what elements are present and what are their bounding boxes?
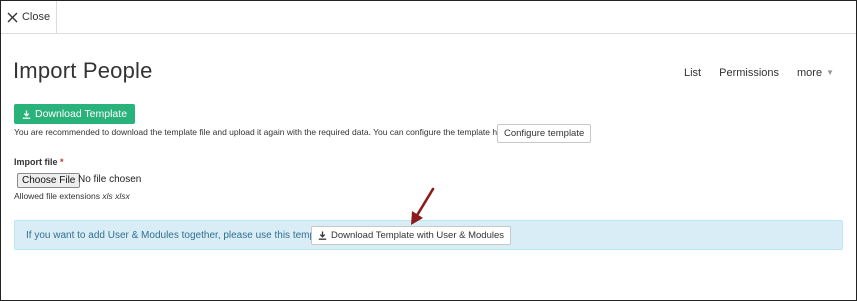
file-status: No file chosen bbox=[78, 174, 142, 185]
top-bar: Close bbox=[1, 1, 856, 34]
configure-template-label: Configure template bbox=[504, 128, 585, 139]
page-title: Import People bbox=[13, 58, 153, 83]
import-file-label: Import file * bbox=[14, 157, 64, 167]
close-label: Close bbox=[21, 11, 51, 23]
download-template-modules-label: Download Template with User & Modules bbox=[331, 230, 505, 241]
download-template-label: Download Template bbox=[35, 108, 128, 120]
allowed-prefix: Allowed file extensions bbox=[14, 191, 100, 201]
more-label: more bbox=[797, 67, 823, 79]
choose-file-button[interactable]: Choose File bbox=[17, 173, 81, 188]
configure-template-button[interactable]: Configure template bbox=[497, 124, 592, 143]
download-template-button[interactable]: Download Template bbox=[14, 104, 136, 124]
top-links: List Permissions more ▼ bbox=[684, 67, 834, 79]
allowed-extensions: Allowed file extensions xls xlsx bbox=[14, 191, 130, 201]
allowed-list: xls xlsx bbox=[102, 191, 130, 201]
download-template-modules-button[interactable]: Download Template with User & Modules bbox=[311, 226, 512, 245]
info-text: If you want to add User & Modules togeth… bbox=[26, 230, 332, 241]
help-text: You are recommended to download the temp… bbox=[14, 127, 512, 137]
download-icon bbox=[318, 231, 327, 240]
close-button[interactable]: Close bbox=[1, 1, 57, 33]
app-frame: Close Import People List Permissions mor… bbox=[0, 0, 857, 301]
import-file-text: Import file bbox=[14, 157, 58, 167]
download-icon bbox=[22, 110, 31, 119]
annotation-arrow bbox=[411, 187, 435, 225]
link-list[interactable]: List bbox=[684, 67, 701, 79]
chevron-down-icon: ▼ bbox=[826, 68, 834, 77]
close-icon bbox=[7, 12, 18, 22]
link-permissions[interactable]: Permissions bbox=[719, 67, 779, 79]
more-dropdown[interactable]: more ▼ bbox=[797, 67, 834, 79]
required-marker: * bbox=[60, 157, 64, 167]
